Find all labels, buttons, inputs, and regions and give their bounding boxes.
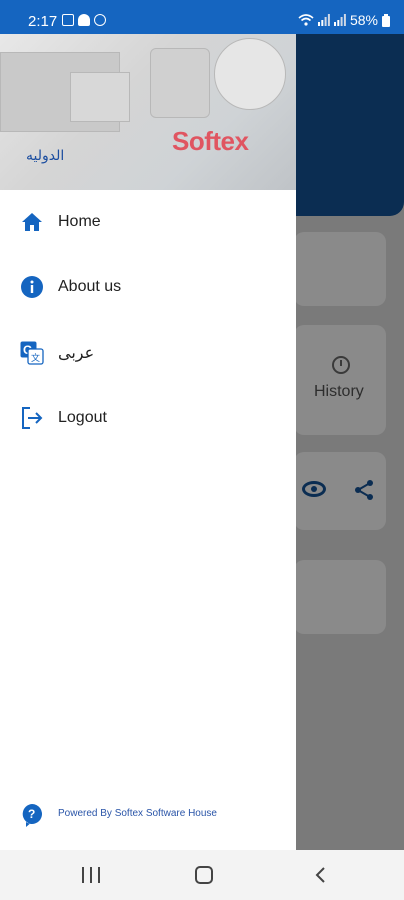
- home-button[interactable]: [195, 866, 213, 884]
- wifi-icon: [298, 14, 314, 26]
- menu-item-home[interactable]: Home: [0, 196, 296, 248]
- menu-item-label: Logout: [58, 409, 107, 426]
- background-card: [294, 232, 386, 306]
- menu-item-label: عربى: [58, 345, 95, 362]
- background-card: [294, 560, 386, 634]
- status-bar: 2:17 58%: [0, 0, 404, 34]
- back-button[interactable]: [312, 866, 330, 884]
- menu-item-language[interactable]: G 文 عربى: [0, 327, 296, 379]
- android-icon: [78, 14, 90, 26]
- history-card: [294, 325, 386, 435]
- logout-icon: [20, 406, 44, 430]
- home-icon: [20, 210, 44, 234]
- recents-button[interactable]: [82, 867, 100, 883]
- header-image-pallet: [150, 48, 210, 118]
- menu-item-about-us[interactable]: About us: [0, 261, 296, 313]
- battery-percent: 58%: [349, 12, 378, 28]
- history-label: History: [314, 383, 364, 400]
- menu-item-label: About us: [58, 278, 122, 295]
- navigation-drawer: Softex الدوليه Home About us G 文: [0, 34, 296, 850]
- history-icon: [332, 356, 350, 374]
- drawer-header: Softex الدوليه: [0, 34, 296, 190]
- status-left-icons: [62, 14, 106, 26]
- menu-item-label: Home: [58, 213, 101, 230]
- signal-icon: [333, 14, 346, 26]
- powered-by-label: Powered By Softex Software House: [58, 808, 217, 819]
- info-icon: [20, 275, 44, 299]
- status-right-icons: 58%: [298, 12, 390, 28]
- system-nav-bar: [0, 850, 404, 900]
- photo-icon: [62, 14, 74, 26]
- brand-logo: Softex: [172, 126, 249, 156]
- share-icon: [355, 480, 373, 500]
- svg-text:?: ?: [28, 807, 35, 821]
- svg-text:文: 文: [31, 352, 40, 364]
- drawer-footer[interactable]: ? Powered By Softex Software House: [0, 800, 296, 830]
- menu-item-logout[interactable]: Logout: [0, 392, 296, 444]
- company-name: الدوليه: [26, 148, 65, 164]
- status-time: 2:17: [28, 13, 58, 30]
- help-icon: ?: [22, 804, 42, 832]
- eye-icon: [302, 481, 326, 497]
- battery-icon: [382, 13, 390, 27]
- signal-icon: [317, 14, 330, 26]
- translate-icon: G 文: [20, 341, 44, 365]
- whatsapp-icon: [94, 14, 106, 26]
- header-image-worker: [214, 38, 286, 110]
- header-image-pallet: [70, 72, 130, 122]
